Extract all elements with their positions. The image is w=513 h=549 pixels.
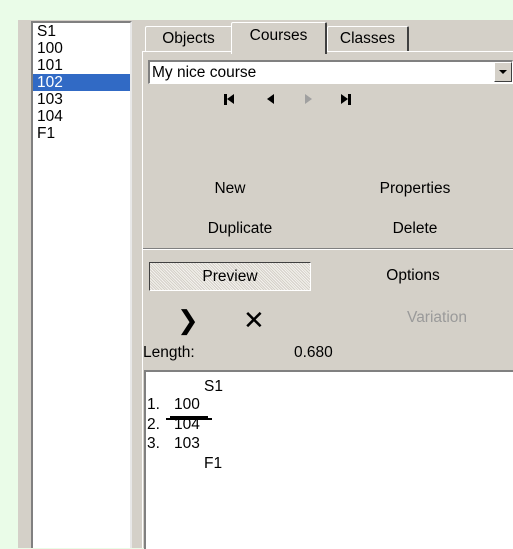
separator: [143, 248, 513, 250]
list-item[interactable]: 101: [33, 57, 130, 74]
preview-button[interactable]: Preview: [149, 262, 311, 291]
last-icon[interactable]: [336, 90, 356, 108]
course-view[interactable]: S1 1. 100 2. 104 3. 103 F1: [144, 370, 513, 549]
list-item[interactable]: F1: [33, 125, 130, 142]
first-icon[interactable]: [219, 90, 239, 108]
next-icon: [298, 90, 318, 108]
options-button[interactable]: Options: [313, 262, 513, 291]
course-select-value: My nice course: [152, 64, 257, 81]
leg-control: 103: [174, 435, 200, 452]
list-item-selected[interactable]: 102: [33, 74, 130, 91]
leg-number: 3.: [147, 435, 160, 452]
courses-panel: My nice course New Properties Duplicate …: [142, 51, 513, 549]
variation-button[interactable]: Variation: [407, 309, 467, 327]
leg-number: 1.: [147, 396, 160, 413]
length-label: Length:: [143, 344, 195, 361]
dropdown-arrow-icon[interactable]: [494, 62, 512, 82]
delete-button[interactable]: Delete: [355, 217, 475, 241]
leg-number: 2.: [147, 416, 160, 433]
course-finish: F1: [204, 455, 223, 472]
duplicate-button[interactable]: Duplicate: [180, 217, 300, 241]
new-button[interactable]: New: [180, 177, 280, 201]
list-item[interactable]: 103: [33, 91, 130, 108]
tab-objects[interactable]: Objects: [145, 26, 233, 52]
properties-button[interactable]: Properties: [355, 177, 475, 201]
window-frame: S1 100 101 102 103 104 F1 Objects Course…: [18, 20, 513, 549]
insert-icon[interactable]: ❯: [177, 307, 199, 333]
list-item[interactable]: 104: [33, 108, 130, 125]
tab-courses[interactable]: Courses: [231, 22, 327, 54]
course-select[interactable]: My nice course: [148, 60, 513, 84]
control-list[interactable]: S1 100 101 102 103 104 F1: [31, 21, 132, 548]
leg-control: 100: [174, 396, 200, 413]
length-value: 0.680: [294, 344, 333, 361]
previous-icon[interactable]: [260, 90, 280, 108]
list-item[interactable]: 100: [33, 40, 130, 57]
remove-icon[interactable]: ✕: [243, 307, 265, 333]
list-item[interactable]: S1: [33, 23, 130, 40]
tab-classes[interactable]: Classes: [327, 26, 409, 52]
leg-control: 104: [174, 416, 200, 433]
course-start: S1: [204, 378, 223, 395]
